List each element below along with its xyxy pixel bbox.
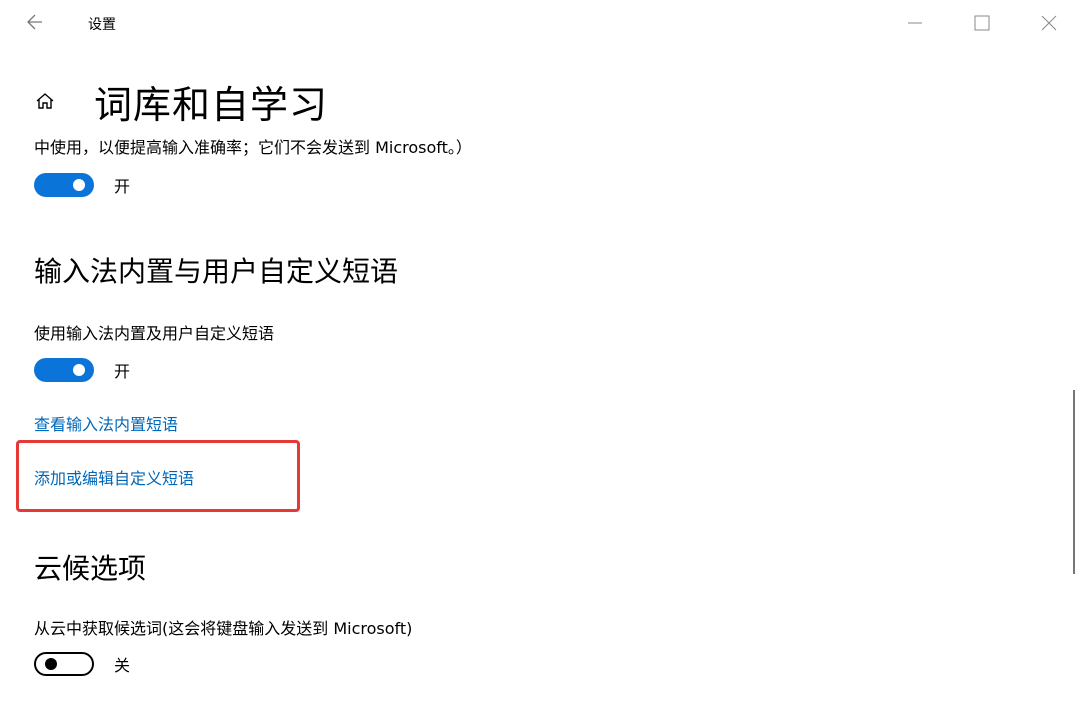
edit-custom-phrases-link[interactable]: 添加或编辑自定义短语 — [34, 465, 194, 489]
maximize-icon[interactable] — [971, 12, 993, 34]
home-icon[interactable] — [34, 90, 56, 112]
cloud-setting-label: 从云中获取候选词(这会将键盘输入发送到 Microsoft) — [34, 619, 413, 638]
phrases-setting-label: 使用输入法内置及用户自定义短语 — [34, 324, 275, 343]
self-learning-toggle[interactable] — [34, 173, 94, 197]
self-learning-description: 中使用，以便提高输入准确率；它们不会发送到 Microsoft。） — [34, 138, 472, 157]
page-title: 词库和自学习 — [94, 83, 329, 127]
cloud-section-heading: 云候选项 — [34, 552, 147, 585]
app-title: 设置 — [88, 17, 116, 33]
minimize-icon[interactable] — [904, 12, 926, 34]
toggle-knob — [73, 179, 85, 191]
toggle-state-label: 开 — [114, 177, 131, 196]
close-icon[interactable] — [1038, 12, 1060, 34]
toggle-state-label: 开 — [114, 362, 131, 381]
phrases-toggle-row: 开 — [34, 357, 130, 383]
back-arrow-icon[interactable] — [24, 10, 48, 34]
title-bar: 设置 — [0, 0, 1080, 46]
cloud-toggle-row: 关 — [34, 651, 130, 677]
phrases-section-heading: 输入法内置与用户自定义短语 — [34, 255, 399, 288]
toggle-state-label: 关 — [114, 656, 131, 675]
toggle-knob — [45, 658, 57, 670]
view-builtin-phrases-link[interactable]: 查看输入法内置短语 — [34, 411, 178, 435]
scrollbar[interactable] — [1073, 390, 1075, 574]
cloud-toggle[interactable] — [34, 652, 94, 676]
toggle-knob — [73, 364, 85, 376]
phrases-toggle[interactable] — [34, 358, 94, 382]
self-learning-toggle-row: 开 — [34, 172, 130, 198]
